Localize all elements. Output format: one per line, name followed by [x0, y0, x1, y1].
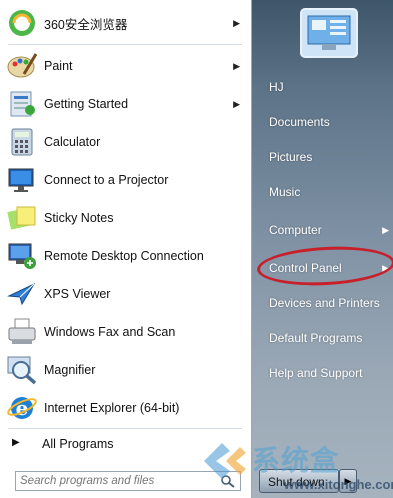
program-magnifier[interactable]: Magnifier [0, 351, 250, 389]
nav-item-music[interactable]: Music [269, 185, 300, 199]
program-calculator[interactable]: Calculator [0, 123, 250, 161]
projector-icon [8, 168, 34, 192]
watermark-text: 系统盒 [252, 444, 340, 477]
program-sticky-notes[interactable]: Sticky Notes [0, 199, 250, 237]
program-label: Calculator [44, 135, 101, 149]
program-internet-explorer[interactable]: e Internet Explorer (64-bit) [0, 389, 250, 427]
all-programs-label: All Programs [42, 437, 114, 451]
watermark-logo-icon [204, 443, 246, 479]
program-label: Getting Started [44, 97, 129, 111]
program-label: Remote Desktop Connection [44, 249, 204, 263]
calculator-icon [11, 128, 33, 156]
getting-started-icon [10, 91, 35, 117]
program-360-browser[interactable]: 360安全浏览器 ▶ [0, 4, 250, 42]
program-label: Magnifier [44, 363, 96, 377]
xps-viewer-icon [7, 282, 36, 306]
sticky-notes-icon [7, 206, 36, 230]
divider [8, 44, 242, 45]
nav-item-user[interactable]: HJ [269, 80, 284, 94]
chevron-right-icon[interactable]: ▶ [233, 99, 240, 110]
program-label: Paint [44, 59, 73, 73]
program-remote-desktop[interactable]: Remote Desktop Connection [0, 237, 250, 275]
chevron-right-icon[interactable]: ▶ [233, 61, 240, 72]
fax-scan-icon [8, 318, 36, 344]
nav-item-default-programs[interactable]: Default Programs [269, 331, 362, 345]
watermark-url: www.xitonghe.com [284, 477, 393, 492]
internet-explorer-icon: e [7, 396, 37, 420]
nav-item-devices-printers[interactable]: Devices and Printers [269, 296, 380, 310]
programs-pane: 360安全浏览器 ▶ Paint ▶ Getting Started ▶ Cal… [0, 0, 252, 498]
nav-item-pictures[interactable]: Pictures [269, 150, 312, 164]
remote-desktop-icon [8, 243, 36, 269]
nav-item-documents[interactable]: Documents [269, 115, 330, 129]
program-paint[interactable]: Paint ▶ [0, 47, 250, 85]
magnifier-icon [7, 356, 37, 385]
user-picture-icon[interactable] [300, 8, 358, 58]
program-label: Internet Explorer (64-bit) [44, 401, 180, 415]
divider [8, 428, 242, 429]
360-browser-icon [9, 10, 35, 36]
chevron-right-icon[interactable]: ▶ [233, 18, 240, 29]
program-label: Connect to a Projector [44, 173, 169, 187]
program-label: Windows Fax and Scan [44, 325, 176, 339]
nav-item-computer[interactable]: Computer [269, 223, 322, 237]
program-label: XPS Viewer [44, 287, 111, 301]
search-input[interactable] [20, 474, 212, 488]
paint-palette-icon [7, 53, 38, 78]
chevron-right-icon: ▶ [12, 437, 20, 448]
program-getting-started[interactable]: Getting Started ▶ [0, 85, 250, 123]
program-connect-projector[interactable]: Connect to a Projector [0, 161, 250, 199]
nav-item-help-support[interactable]: Help and Support [269, 366, 362, 380]
chevron-right-icon[interactable]: ▶ [382, 225, 389, 236]
program-label: Sticky Notes [44, 211, 114, 225]
program-fax-scan[interactable]: Windows Fax and Scan [0, 313, 250, 351]
program-xps-viewer[interactable]: XPS Viewer [0, 275, 250, 313]
watermark: 系统盒 www.xitonghe.com [200, 437, 393, 497]
program-label: 360安全浏览器 [44, 17, 128, 32]
